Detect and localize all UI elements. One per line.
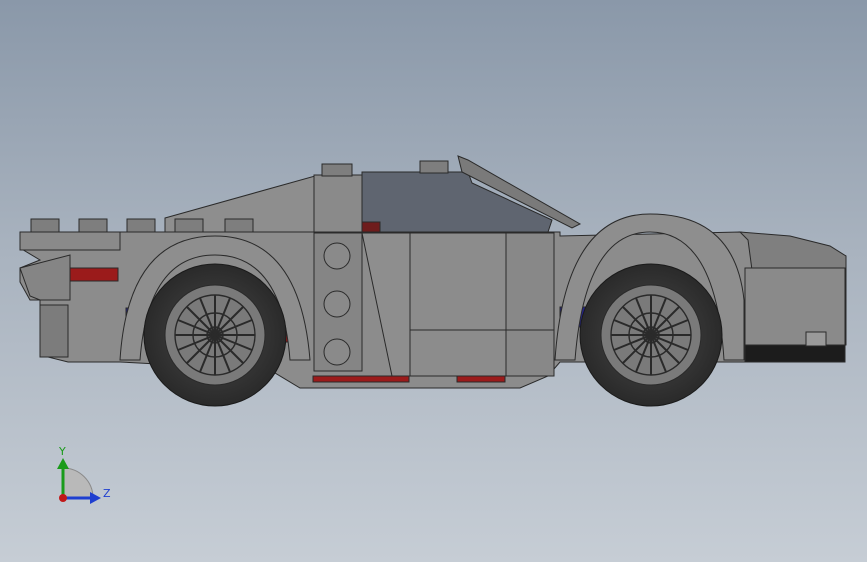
y-axis-label: Y: [58, 445, 66, 458]
z-axis-arrow: [90, 492, 101, 504]
y-axis-arrow: [57, 458, 69, 469]
axis-triad: Y Z: [57, 445, 111, 504]
origin-dot: [59, 494, 67, 502]
z-axis-label: Z: [103, 487, 111, 500]
triad-quadrant: [62, 467, 94, 499]
graphics-viewport[interactable]: Y Z: [0, 0, 867, 562]
